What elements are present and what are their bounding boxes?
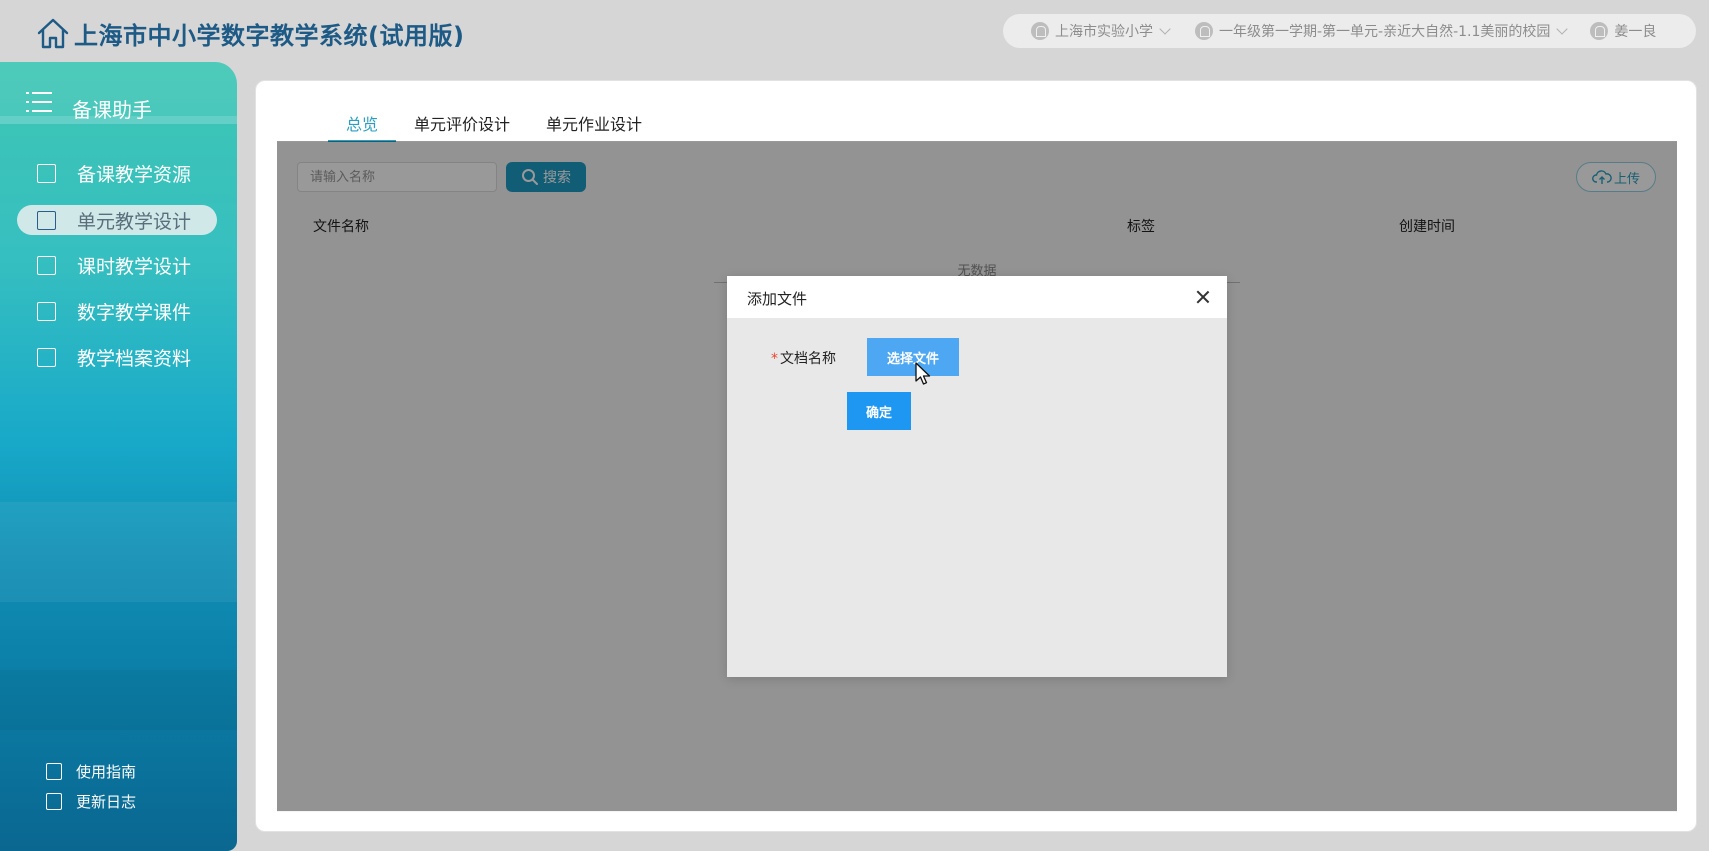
tab-bar: 总览 单元评价设计 单元作业设计 (328, 111, 660, 143)
sidebar-item-label: 教学档案资料 (77, 348, 192, 370)
changelog-icon (46, 792, 62, 810)
sidebar-item-resources[interactable]: 备课教学资源 (17, 158, 217, 188)
sidebar-item-lesson-design[interactable]: 课时教学设计 (17, 250, 217, 280)
tab-overview[interactable]: 总览 (328, 111, 397, 143)
choose-file-button[interactable]: 选择文件 (867, 338, 959, 376)
design-icon (37, 211, 56, 230)
help-icon (46, 762, 62, 780)
home-icon[interactable] (36, 16, 70, 50)
course-selector[interactable]: 一年级第一学期-第一单元-亲近大自然-1.1美丽的校园 (1195, 14, 1569, 48)
sidebar-item-archives[interactable]: 教学档案资料 (17, 342, 217, 372)
archive-icon (37, 348, 56, 367)
tab-unit-homework[interactable]: 单元作业设计 (528, 111, 660, 141)
required-mark: * (771, 351, 778, 367)
user-menu[interactable]: 姜一良 (1590, 14, 1656, 48)
user-name: 姜一良 (1614, 24, 1657, 40)
sidebar-footer-changelog[interactable]: 更新日志 (46, 790, 136, 812)
resource-icon (37, 164, 56, 183)
sidebar-band (0, 670, 237, 730)
dialog-title: 添加文件 (747, 290, 808, 308)
add-file-dialog: 添加文件 * 文档名称 选择文件 确定 (727, 276, 1227, 677)
confirm-button[interactable]: 确定 (847, 392, 911, 430)
sidebar-footer-guide[interactable]: 使用指南 (46, 760, 136, 782)
dialog-header: 添加文件 (727, 276, 1227, 318)
close-icon[interactable] (1193, 287, 1213, 307)
sidebar-item-label: 数字教学课件 (77, 302, 192, 324)
mouse-cursor-icon (915, 362, 931, 385)
tab-unit-evaluation[interactable]: 单元评价设计 (396, 111, 528, 141)
sidebar-item-label: 课时教学设计 (77, 256, 192, 278)
sidebar-item-label: 单元教学设计 (77, 211, 192, 233)
document-name-text: 文档名称 (780, 351, 836, 367)
app-title: 上海市中小学数字教学系统(试用版) (74, 22, 465, 50)
sidebar-band (0, 502, 237, 602)
sidebar-item-courseware[interactable]: 数字教学课件 (17, 296, 217, 326)
school-icon (1031, 22, 1049, 40)
document-name-label: * 文档名称 (771, 348, 836, 368)
courseware-icon (37, 302, 56, 321)
menu-icon[interactable] (26, 92, 52, 114)
sidebar-item-label: 备课教学资源 (77, 164, 192, 186)
chevron-down-icon (1159, 22, 1171, 35)
footer-label: 使用指南 (76, 762, 137, 781)
course-label: 一年级第一学期-第一单元-亲近大自然-1.1美丽的校园 (1219, 24, 1551, 40)
course-icon (1195, 22, 1213, 40)
chevron-down-icon (1556, 22, 1569, 35)
school-label: 上海市实验小学 (1055, 24, 1153, 40)
user-avatar-icon (1590, 22, 1609, 40)
sidebar-item-unit-design[interactable]: 单元教学设计 (17, 205, 217, 235)
footer-label: 更新日志 (76, 792, 137, 811)
design-icon (37, 256, 56, 275)
school-selector[interactable]: 上海市实验小学 (1031, 14, 1171, 48)
context-bar: 上海市实验小学 一年级第一学期-第一单元-亲近大自然-1.1美丽的校园 姜一良 (1003, 14, 1696, 48)
sidebar: 备课助手 备课教学资源 单元教学设计 课时教学设计 数字教学课件 教学档案资料 … (0, 62, 237, 851)
top-header: 上海市中小学数字教学系统(试用版) 上海市实验小学 一年级第一学期-第一单元-亲… (0, 0, 1709, 62)
sidebar-title: 备课助手 (72, 98, 152, 122)
